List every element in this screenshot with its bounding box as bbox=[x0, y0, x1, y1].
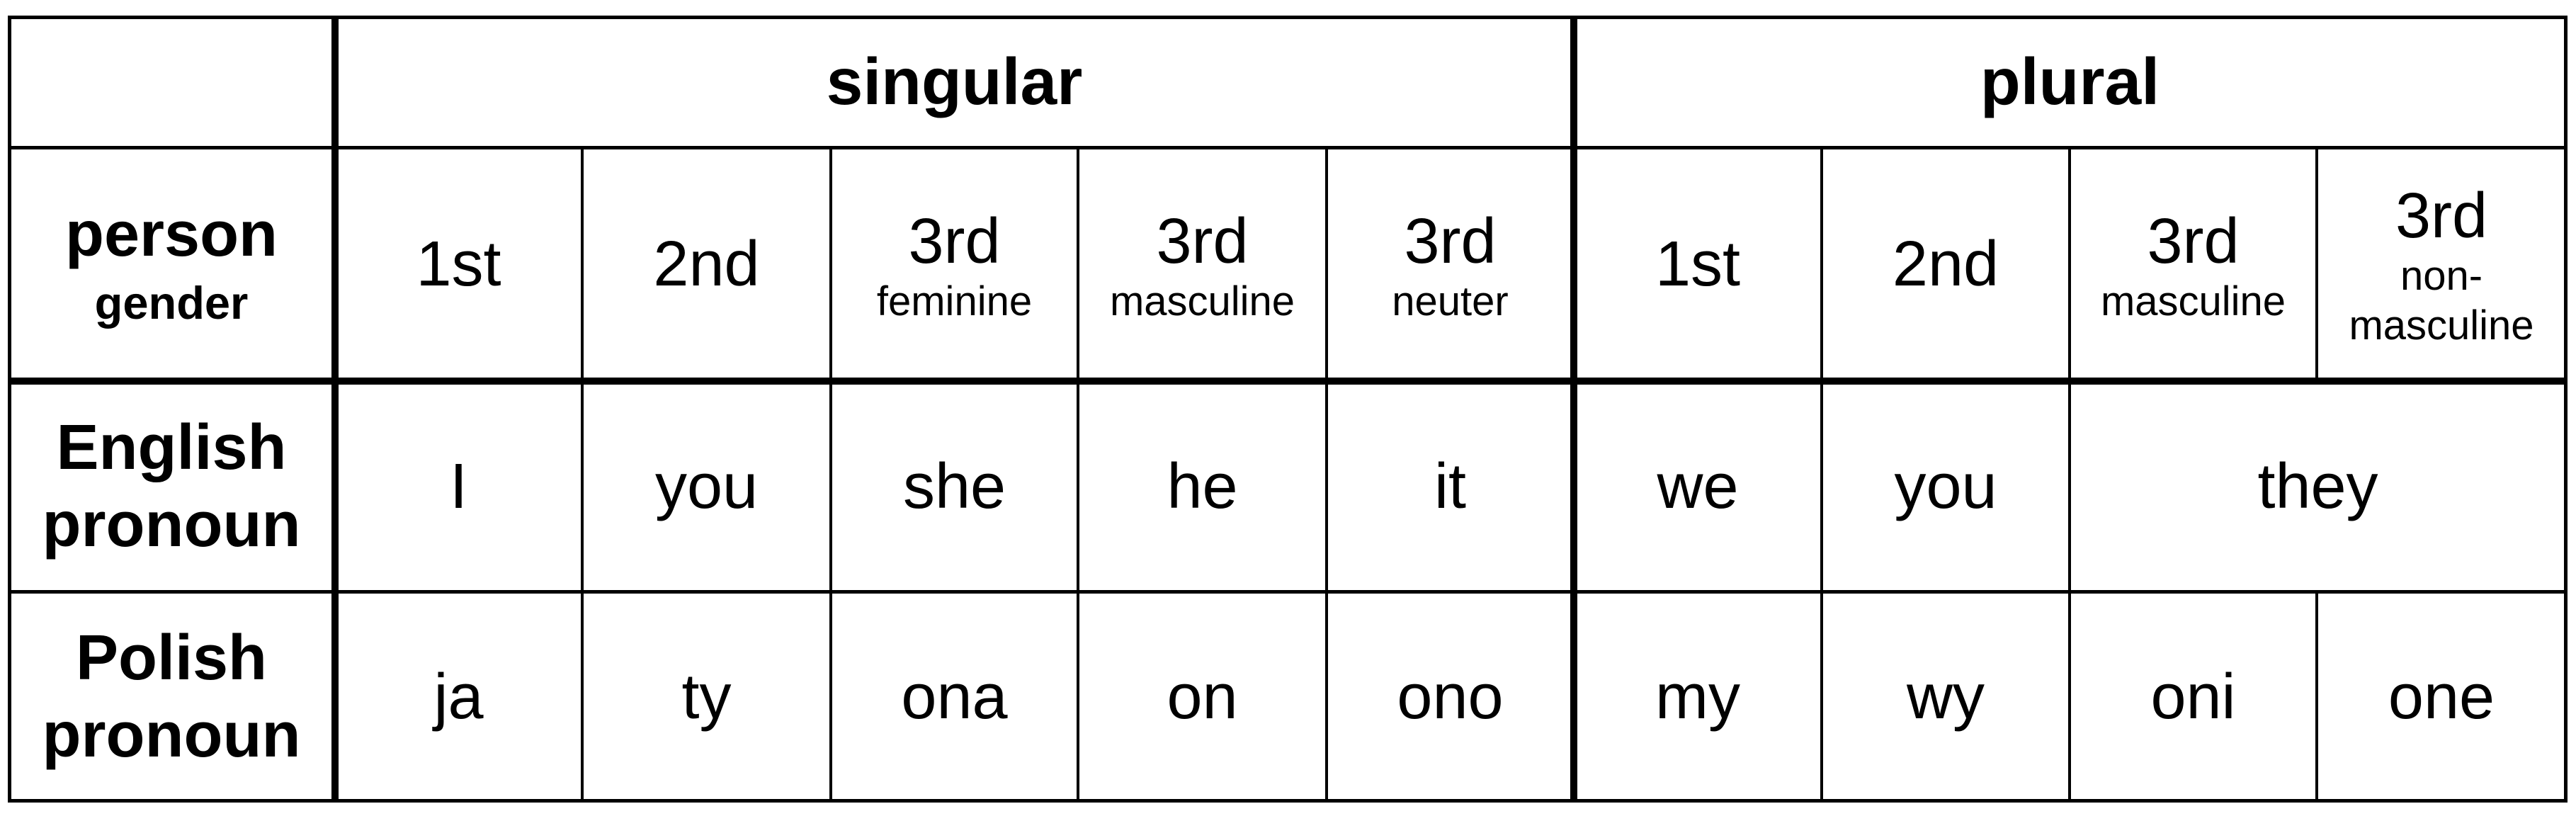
column-divider bbox=[829, 148, 832, 801]
polish-pronoun: oni bbox=[2150, 662, 2236, 732]
row-label-person-gender: person gender bbox=[8, 148, 335, 381]
person-label: 3rd bbox=[2395, 181, 2488, 251]
group-label: plural bbox=[1980, 45, 2160, 118]
group-header-plural: plural bbox=[1574, 16, 2566, 148]
english-pronoun: we bbox=[1657, 451, 1739, 522]
group-label: singular bbox=[826, 45, 1083, 118]
column-header: 3rd masculine bbox=[1078, 148, 1327, 381]
english-pronoun: you bbox=[654, 451, 759, 522]
person-label: 1st bbox=[1655, 229, 1741, 300]
polish-pronoun: my bbox=[1655, 662, 1740, 732]
english-pronoun-cell-merged: they bbox=[2070, 381, 2566, 592]
english-pronoun: I bbox=[449, 451, 467, 522]
corner-cell bbox=[8, 16, 335, 148]
person-label: 1st bbox=[416, 229, 501, 300]
row-label-gender: gender bbox=[94, 277, 249, 329]
polish-pronoun-cell: wy bbox=[1822, 592, 2070, 802]
polish-pronoun-cell: ono bbox=[1327, 592, 1574, 802]
polish-pronoun-cell: ty bbox=[582, 592, 831, 802]
english-pronoun-cell: we bbox=[1574, 381, 1822, 592]
row-label-polish-pronoun: Polish pronoun bbox=[8, 592, 335, 802]
column-header: 3rd feminine bbox=[831, 148, 1078, 381]
english-pronoun: you bbox=[1894, 451, 1997, 522]
column-divider-thick bbox=[331, 16, 339, 803]
polish-pronoun: on bbox=[1167, 662, 1238, 732]
polish-pronoun-cell: one bbox=[2317, 592, 2566, 802]
row-label-line-1: Polish bbox=[75, 623, 268, 693]
column-divider bbox=[2315, 148, 2318, 380]
person-label: 2nd bbox=[653, 229, 760, 300]
english-pronoun-cell: you bbox=[1822, 381, 2070, 592]
column-divider-thick bbox=[1570, 16, 1577, 803]
english-pronoun: it bbox=[1434, 451, 1466, 522]
row-divider-thick bbox=[8, 378, 2568, 385]
english-pronoun-cell: it bbox=[1327, 381, 1574, 592]
column-header: 3rd non- masculine bbox=[2317, 148, 2566, 381]
gender-label: neuter bbox=[1392, 278, 1509, 324]
polish-pronoun-cell: on bbox=[1078, 592, 1327, 802]
column-header: 2nd bbox=[582, 148, 831, 381]
column-divider bbox=[2068, 148, 2071, 801]
group-header-singular: singular bbox=[335, 16, 1574, 148]
column-divider bbox=[1077, 148, 1079, 801]
gender-label: masculine bbox=[1109, 278, 1295, 324]
person-label: 2nd bbox=[1892, 229, 1999, 300]
person-label: 3rd bbox=[1156, 206, 1249, 277]
column-header: 3rd masculine bbox=[2070, 148, 2317, 381]
polish-pronoun: ona bbox=[901, 662, 1008, 732]
english-pronoun-cell: you bbox=[582, 381, 831, 592]
table-border-right bbox=[2564, 16, 2568, 803]
row-label-line-1: English bbox=[56, 412, 287, 483]
polish-pronoun: ono bbox=[1397, 662, 1504, 732]
column-divider bbox=[2315, 592, 2318, 801]
gender-label: masculine bbox=[2100, 278, 2286, 324]
row-divider bbox=[8, 590, 2568, 594]
english-pronoun-cell: she bbox=[831, 381, 1078, 592]
english-pronoun: he bbox=[1167, 451, 1238, 522]
table-border-bottom bbox=[8, 799, 2568, 803]
english-pronoun-cell: he bbox=[1078, 381, 1327, 592]
column-header: 1st bbox=[1574, 148, 1822, 381]
row-label-line-2: pronoun bbox=[42, 489, 301, 560]
column-divider bbox=[1325, 148, 1328, 801]
english-pronoun: they bbox=[2257, 451, 2378, 522]
polish-pronoun-cell: ja bbox=[335, 592, 582, 802]
person-label: 3rd bbox=[2147, 206, 2240, 277]
row-label-english-pronoun: English pronoun bbox=[8, 381, 335, 592]
polish-pronoun: ty bbox=[681, 662, 732, 732]
polish-pronoun-cell: oni bbox=[2070, 592, 2317, 802]
column-divider bbox=[581, 148, 584, 801]
gender-label: feminine bbox=[876, 278, 1033, 324]
polish-pronoun: ja bbox=[433, 662, 484, 732]
row-label-person: person bbox=[64, 199, 278, 270]
column-header: 1st bbox=[335, 148, 582, 381]
row-label-line-2: pronoun bbox=[42, 700, 301, 771]
polish-pronoun: one bbox=[2388, 662, 2495, 732]
table-border-left bbox=[8, 16, 11, 803]
column-header: 3rd neuter bbox=[1327, 148, 1574, 381]
row-divider bbox=[8, 146, 2568, 149]
polish-pronoun: wy bbox=[1907, 662, 1985, 732]
gender-label-line-2: masculine bbox=[2349, 302, 2534, 348]
english-pronoun-cell: I bbox=[335, 381, 582, 592]
polish-pronoun-cell: my bbox=[1574, 592, 1822, 802]
person-label: 3rd bbox=[1404, 206, 1497, 277]
english-pronoun: she bbox=[902, 451, 1006, 522]
gender-label-line-1: non- bbox=[2400, 253, 2483, 299]
table-border-top bbox=[8, 16, 2568, 19]
polish-pronoun-cell: ona bbox=[831, 592, 1078, 802]
column-divider bbox=[1820, 148, 1823, 801]
person-label: 3rd bbox=[908, 206, 1001, 277]
column-header: 2nd bbox=[1822, 148, 2070, 381]
